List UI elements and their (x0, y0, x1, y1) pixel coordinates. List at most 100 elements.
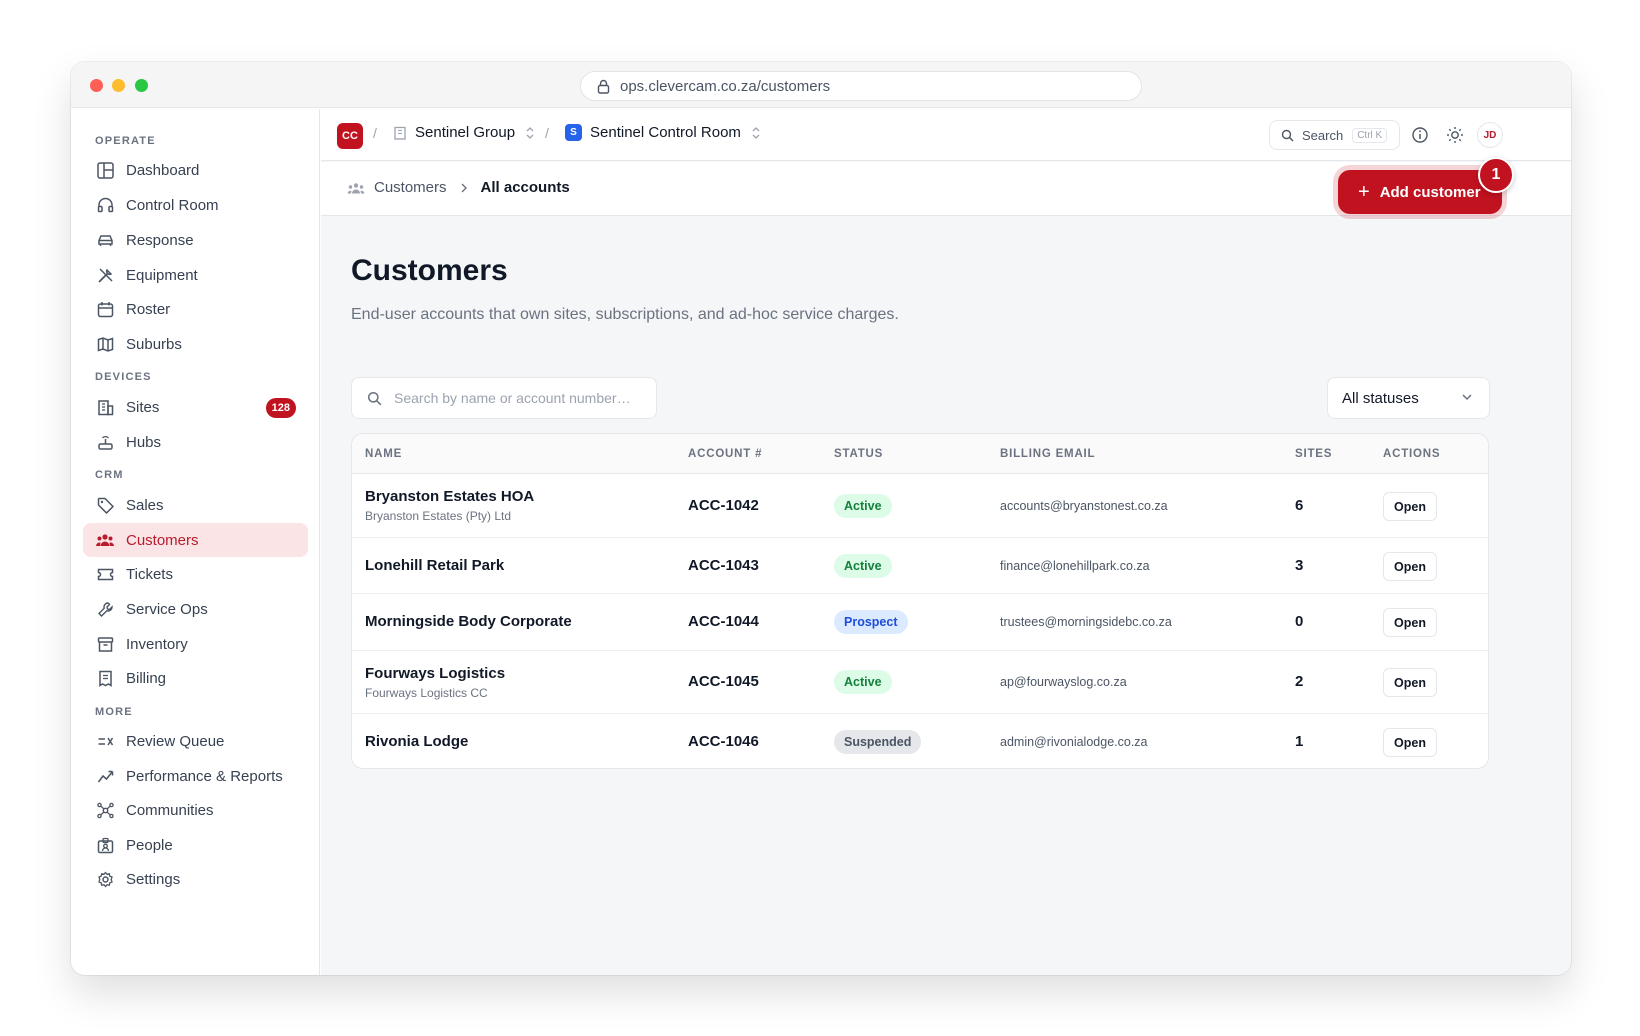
section-label-crm: CRM (95, 469, 124, 481)
customer-name[interactable]: Lonehill Retail Park (365, 557, 504, 574)
breadcrumb: Customers All accounts (347, 179, 570, 196)
search-icon (367, 391, 382, 405)
user-avatar[interactable]: JD (1477, 122, 1503, 148)
open-button[interactable]: Open (1383, 728, 1437, 757)
tag-icon (95, 495, 115, 515)
sidebar-item-suburbs[interactable]: Suburbs (83, 327, 308, 361)
sidebar-item-label: Roster (126, 300, 171, 318)
theme-toggle-icon[interactable] (1445, 125, 1465, 145)
sites-count-badge: 128 (265, 398, 296, 418)
column-header-account[interactable]: ACCOUNT # (688, 448, 762, 460)
column-header-email[interactable]: BILLING EMAIL (1000, 448, 1095, 460)
control-room-name: Sentinel Control Room (590, 124, 741, 141)
sidebar-item-label: Control Room (126, 196, 219, 214)
open-button[interactable]: Open (1383, 492, 1437, 521)
table-row[interactable]: Bryanston Estates HOA Bryanston Estates … (352, 475, 1488, 538)
close-window-button[interactable] (90, 79, 103, 92)
section-label-devices: DEVICES (95, 371, 152, 383)
customer-name[interactable]: Fourways Logistics (365, 665, 505, 682)
users-icon (95, 530, 115, 550)
router-icon (95, 432, 115, 452)
sidebar-item-label: People (126, 836, 173, 854)
customer-legal-name: Bryanston Estates (Pty) Ltd (365, 509, 512, 523)
app-logo[interactable]: CC (337, 123, 363, 149)
sidebar-item-billing[interactable]: Billing (83, 661, 308, 695)
table-row[interactable]: Rivonia Lodge ACC-1046 Suspended admin@r… (352, 714, 1488, 768)
billing-email: trustees@morningsidebc.co.za (1000, 615, 1172, 629)
billing-email: admin@rivonialodge.co.za (1000, 735, 1148, 749)
table-row[interactable]: Lonehill Retail Park ACC-1043 Active fin… (352, 538, 1488, 594)
sidebar-item-communities[interactable]: Communities (83, 793, 308, 827)
sidebar-item-label: Sites (126, 398, 160, 416)
sites-count: 0 (1295, 613, 1304, 630)
customer-search-field[interactable] (351, 377, 657, 419)
global-search-button[interactable]: Search Ctrl K (1269, 120, 1400, 150)
address-bar[interactable]: ops.clevercam.co.za/customers (580, 71, 1142, 101)
chevron-down-icon (1462, 394, 1472, 401)
table-row[interactable]: Fourways Logistics Fourways Logistics CC… (352, 651, 1488, 714)
wrench-icon (95, 599, 115, 619)
billing-email: ap@fourwayslog.co.za (1000, 675, 1127, 689)
chevron-updown-icon (752, 126, 760, 139)
account-number: ACC-1045 (688, 673, 759, 690)
customer-name[interactable]: Morningside Body Corporate (365, 613, 572, 630)
sidebar-item-performance-reports[interactable]: Performance & Reports (83, 759, 308, 793)
sidebar-item-inventory[interactable]: Inventory (83, 627, 308, 661)
chevron-right-icon (461, 183, 467, 192)
open-button[interactable]: Open (1383, 608, 1437, 637)
page-subtitle: End-user accounts that own sites, subscr… (351, 306, 899, 323)
sidebar-item-settings[interactable]: Settings (83, 862, 308, 896)
sidebar-item-roster[interactable]: Roster (83, 292, 308, 326)
status-filter-select[interactable]: All statuses (1327, 377, 1490, 419)
control-room-switcher[interactable]: S Sentinel Control Room (565, 124, 761, 141)
sidebar-item-review-queue[interactable]: Review Queue (83, 724, 308, 758)
sites-count: 1 (1295, 733, 1304, 750)
billing-email: finance@lonehillpark.co.za (1000, 559, 1150, 573)
layout-icon (95, 160, 115, 180)
table-row[interactable]: Morningside Body Corporate ACC-1044 Pros… (352, 594, 1488, 651)
column-header-status[interactable]: STATUS (834, 448, 883, 460)
column-header-name[interactable]: NAME (365, 448, 402, 460)
sidebar-item-hubs[interactable]: Hubs (83, 425, 308, 459)
org-switcher[interactable]: Sentinel Group (393, 124, 535, 141)
sidebar-item-customers[interactable]: Customers (83, 523, 308, 557)
breadcrumb-bar: Customers All accounts + Add customer 1 (321, 157, 1571, 216)
customer-name[interactable]: Bryanston Estates HOA (365, 488, 534, 505)
sidebar-item-sites[interactable]: Sites 128 (83, 390, 308, 424)
minimize-window-button[interactable] (112, 79, 125, 92)
maximize-window-button[interactable] (135, 79, 148, 92)
search-icon (1281, 129, 1294, 141)
sidebar-item-control-room[interactable]: Control Room (83, 188, 308, 222)
users-icon (347, 182, 365, 193)
info-icon[interactable] (1410, 125, 1430, 145)
lock-icon (597, 79, 610, 94)
sidebar-item-dashboard[interactable]: Dashboard (83, 153, 308, 187)
status-badge: Active (834, 494, 892, 518)
sidebar-item-equipment[interactable]: Equipment (83, 258, 308, 292)
section-label-more: MORE (95, 706, 133, 718)
sites-count: 3 (1295, 557, 1304, 574)
org-name: Sentinel Group (415, 124, 516, 141)
sidebar-item-response[interactable]: Response (83, 223, 308, 257)
page-title: Customers (351, 254, 508, 287)
customer-search-input[interactable] (394, 390, 644, 406)
status-badge: Active (834, 554, 892, 578)
column-header-sites[interactable]: SITES (1295, 448, 1332, 460)
main-content: CC / Sentinel Group / S Sentinel Control… (321, 109, 1571, 975)
sidebar: OPERATE Dashboard Control Room Response … (71, 109, 320, 975)
customer-legal-name: Fourways Logistics CC (365, 686, 488, 700)
sidebar-item-sales[interactable]: Sales (83, 488, 308, 522)
building-icon (95, 397, 115, 417)
open-button[interactable]: Open (1383, 668, 1437, 697)
archive-icon (95, 634, 115, 654)
customer-name[interactable]: Rivonia Lodge (365, 733, 468, 750)
sidebar-item-tickets[interactable]: Tickets (83, 557, 308, 591)
building-icon (394, 126, 406, 140)
sidebar-item-label: Inventory (126, 635, 188, 653)
account-number: ACC-1043 (688, 557, 759, 574)
sidebar-item-service-ops[interactable]: Service Ops (83, 592, 308, 626)
sidebar-item-label: Customers (126, 531, 199, 549)
sidebar-item-people[interactable]: People (83, 828, 308, 862)
breadcrumb-customers-link[interactable]: Customers (374, 179, 447, 196)
open-button[interactable]: Open (1383, 552, 1437, 581)
